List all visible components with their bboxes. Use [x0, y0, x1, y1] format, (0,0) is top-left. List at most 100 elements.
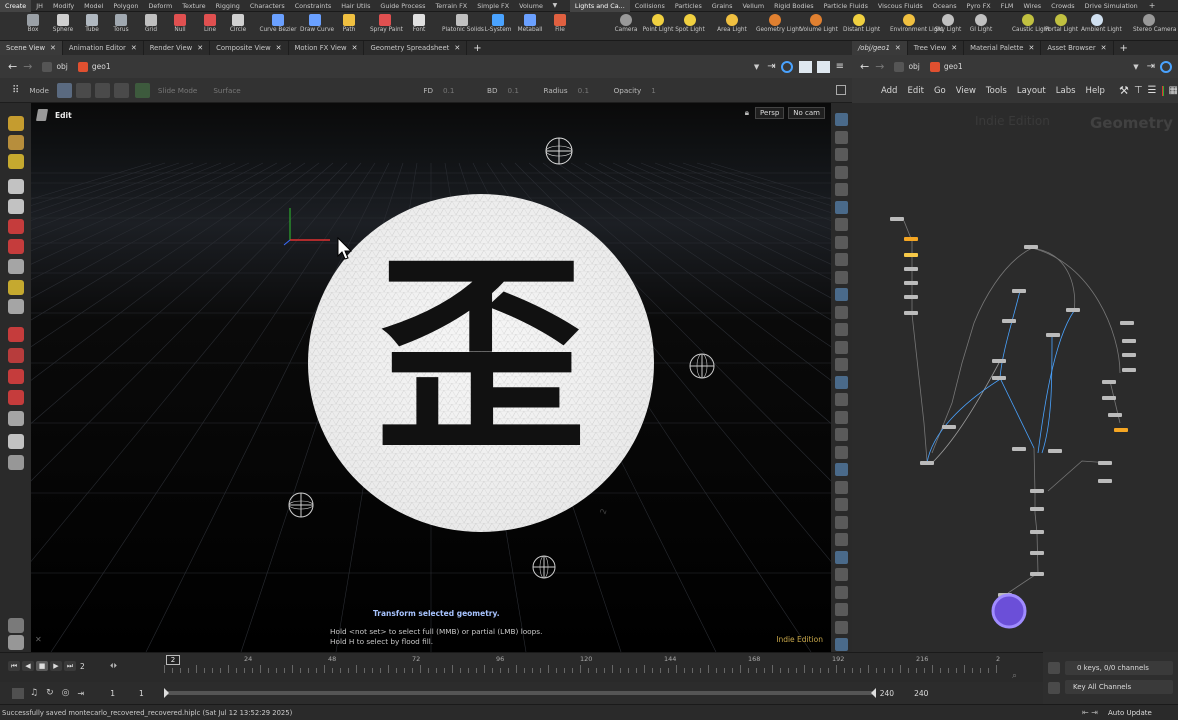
display-option-icon[interactable] [835, 288, 848, 301]
pane-tab[interactable]: Asset Browser ✕ [1041, 41, 1114, 55]
mode-select-icon[interactable] [56, 82, 72, 98]
grid-view-icon[interactable]: ▦ [1169, 85, 1178, 96]
shelf-tab[interactable]: Hair Utils [336, 0, 375, 12]
network-node[interactable] [1122, 368, 1136, 372]
network-node[interactable] [1098, 479, 1112, 483]
shelf-tool-box[interactable]: Box [18, 12, 48, 41]
shelf-tool-sphere[interactable]: Sphere [48, 12, 78, 41]
tool-palette-icon[interactable] [8, 135, 24, 150]
network-menu-add[interactable]: Add [881, 86, 897, 96]
shelf-tool-file[interactable]: File [545, 12, 575, 41]
pane-tab[interactable]: Animation Editor ✕ [63, 41, 144, 55]
path-dropdown-icon[interactable]: ▼ [1133, 63, 1138, 71]
shelf-tool-environment-light[interactable]: Environment Light [890, 12, 943, 41]
close-icon[interactable]: ✕ [50, 41, 56, 55]
tool-palette-icon[interactable] [8, 219, 24, 234]
network-node[interactable] [1030, 530, 1044, 534]
pin-icon[interactable]: ⇥ [767, 61, 775, 72]
close-icon[interactable]: ✕ [352, 41, 358, 55]
network-node[interactable] [1030, 489, 1044, 493]
link-icon[interactable] [1160, 60, 1172, 73]
shelf-tool-distant-light[interactable]: Distant Light [843, 12, 880, 41]
pin-icon[interactable]: ⇥ [1147, 61, 1155, 72]
display-option-icon[interactable] [835, 305, 848, 319]
network-node[interactable] [992, 376, 1006, 380]
tool-palette-icon[interactable] [8, 299, 24, 314]
shelf-tab[interactable]: Modify [48, 0, 79, 12]
display-option-icon[interactable] [835, 165, 848, 179]
pane-tab[interactable]: Composite View ✕ [210, 41, 289, 55]
display-option-icon[interactable] [835, 218, 848, 231]
shelf-tab[interactable]: JH [31, 0, 48, 12]
tool-palette-icon[interactable] [8, 116, 24, 131]
network-menu-labs[interactable]: Labs [1056, 86, 1076, 96]
shelf-tab[interactable]: Particles [670, 0, 707, 12]
network-node[interactable] [1098, 461, 1112, 465]
network-node[interactable] [904, 267, 918, 271]
search-channels-icon[interactable]: ⌕ [1012, 671, 1017, 681]
pane-tab[interactable]: Material Palette ✕ [964, 41, 1042, 55]
timeline-ruler[interactable]: 24 48 72 96 120 144 168 192 216 2 2 [164, 653, 1000, 683]
shelf-tool-curve-bezier[interactable]: Curve Bezier [258, 12, 298, 41]
shelf-tab[interactable]: FLM [996, 0, 1019, 12]
display-option-icon[interactable] [835, 340, 848, 354]
shelf-tab[interactable]: Oceans [928, 0, 962, 12]
lock-camera-icon[interactable]: 🔒︎ [745, 108, 749, 118]
display-option-icon[interactable] [835, 148, 848, 161]
add-pane-tab-icon[interactable]: + [473, 43, 481, 54]
shelf-tab[interactable]: Model [79, 0, 108, 12]
network-node[interactable] [904, 253, 918, 257]
shelf-tool-circle[interactable]: Circle [223, 12, 253, 41]
network-node[interactable] [1102, 396, 1116, 400]
tool-palette-icon[interactable] [8, 259, 24, 274]
close-icon[interactable]: ✕ [197, 41, 203, 55]
forward-arrow-icon[interactable]: → [23, 60, 32, 73]
output-node[interactable] [991, 593, 1027, 629]
display-option-icon[interactable] [835, 550, 848, 564]
network-node[interactable] [904, 295, 918, 299]
path-node[interactable]: geo1 [944, 62, 963, 71]
visibility-toggle-icon[interactable] [836, 85, 846, 95]
shelf-tool-geometry-light[interactable]: Geometry Light [756, 12, 801, 41]
network-node[interactable] [920, 461, 934, 465]
network-node[interactable] [1030, 551, 1044, 555]
shelf-tab[interactable]: Vellum [737, 0, 769, 12]
shelf-tool-grid[interactable]: Grid [136, 12, 166, 41]
pane-menu-icon[interactable]: ≡ [836, 61, 844, 72]
slide-mode-toggle[interactable]: Slide Mode [158, 86, 197, 95]
shelf-tool-path[interactable]: Path [334, 12, 364, 41]
shelf-tab[interactable]: Polygon [108, 0, 143, 12]
tool-palette-icon[interactable] [8, 239, 24, 254]
shelf-tool-tube[interactable]: Tube [77, 12, 107, 41]
pane-tab[interactable]: Geometry Spreadsheet ✕ [364, 41, 468, 55]
range-slider-start-handle[interactable] [163, 688, 169, 698]
shelf-tab-dropdown-icon[interactable]: ▼ [548, 2, 562, 9]
handle-menu-icon[interactable]: ⠿ [12, 85, 19, 96]
light-gizmo-icon[interactable] [287, 491, 315, 519]
mode-sculpt-icon[interactable] [94, 82, 110, 98]
display-option-icon[interactable] [835, 358, 848, 371]
keys-dropdown[interactable]: 0 keys, 0/0 channels [1065, 661, 1173, 675]
shelf-tab[interactable]: Create [0, 0, 32, 12]
network-node[interactable] [942, 425, 956, 429]
surface-dropdown[interactable]: Surface [213, 86, 303, 95]
network-menu-tools[interactable]: Tools [986, 86, 1007, 96]
display-option-icon[interactable] [835, 253, 848, 266]
pane-tab[interactable]: /obj/geo1 ✕ [852, 41, 908, 55]
shelf-tab[interactable]: Pyro FX [962, 0, 996, 12]
shelf-tool-portal-light[interactable]: Portal Light [1045, 12, 1078, 41]
shelf-tool-volume-light[interactable]: Volume Light [800, 12, 838, 41]
add-pane-tab-icon[interactable]: + [1120, 43, 1128, 54]
tool-palette-icon[interactable] [8, 618, 24, 633]
audio-icon[interactable]: ♫ [30, 688, 38, 698]
network-node[interactable] [1108, 413, 1122, 417]
camera-button[interactable]: No cam [788, 107, 825, 119]
network-node[interactable] [1046, 333, 1060, 337]
mode-paint-icon[interactable] [75, 82, 91, 98]
wrench-icon[interactable]: ⚒ [1119, 84, 1129, 97]
network-menu-edit[interactable]: Edit [907, 86, 923, 96]
shelf-tool-torus[interactable]: Torus [106, 12, 136, 41]
realtime-icon[interactable]: ◎ [62, 688, 70, 698]
back-arrow-icon[interactable]: ← [8, 60, 17, 73]
display-option-icon[interactable] [835, 393, 848, 406]
